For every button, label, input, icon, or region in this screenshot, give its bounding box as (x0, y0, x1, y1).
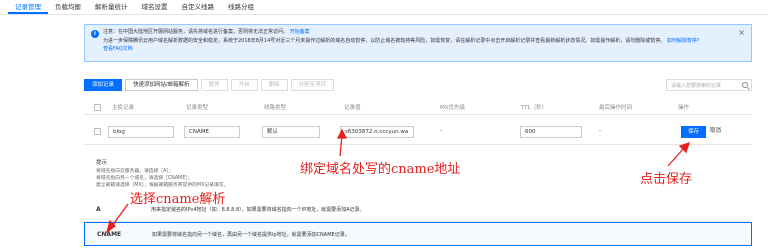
arrow-head (336, 128, 348, 139)
arrow-to-cname (111, 203, 129, 227)
annotation-arrows (105, 128, 691, 234)
arrow-to-save (667, 147, 685, 167)
